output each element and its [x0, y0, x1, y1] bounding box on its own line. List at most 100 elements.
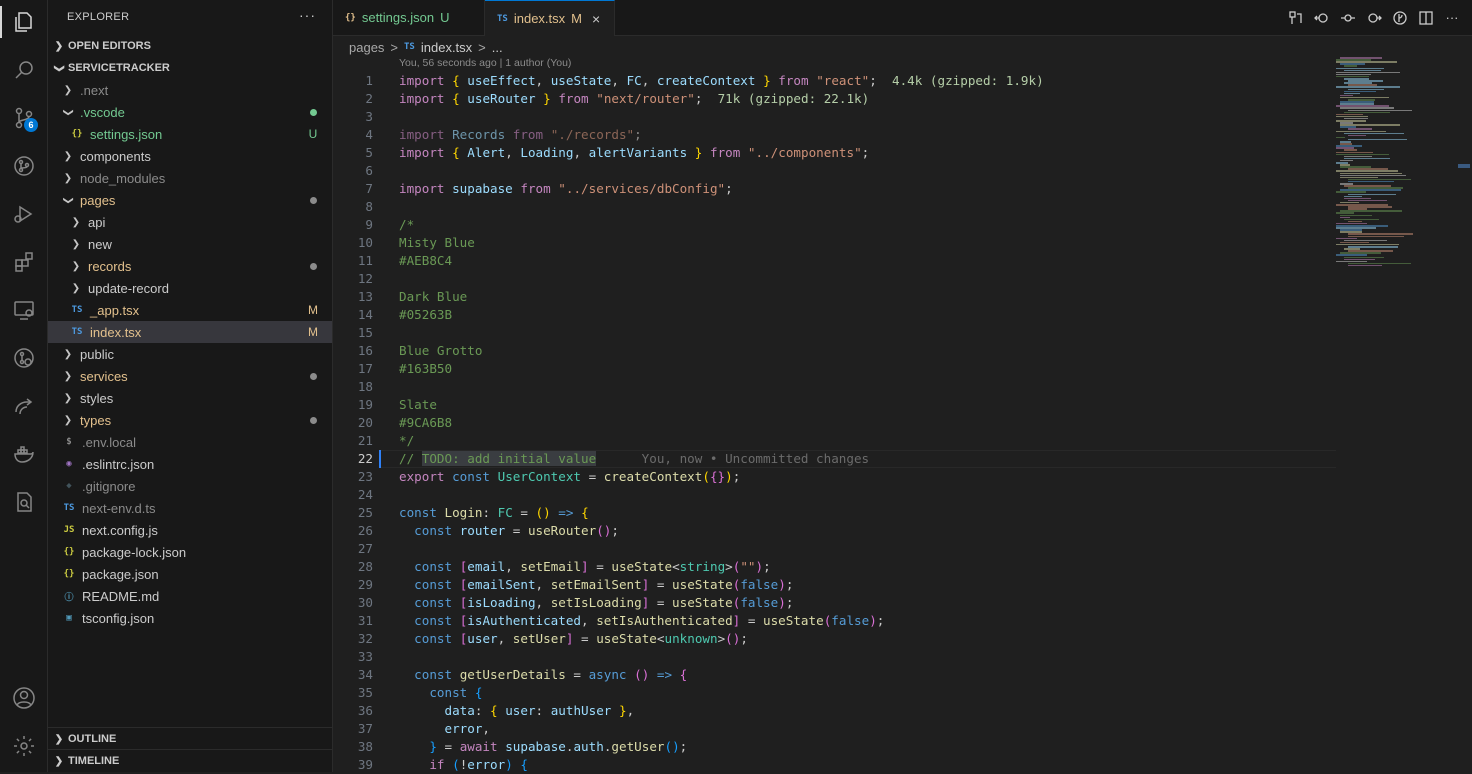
tree-item-label: package.json — [82, 566, 159, 582]
tree-item[interactable]: TS index.tsx M — [48, 321, 332, 343]
tree-item[interactable]: ❯ components — [48, 145, 332, 167]
tree-item-label: new — [88, 236, 112, 252]
source-control-icon[interactable]: 6 — [0, 98, 47, 138]
minimap[interactable] — [1336, 57, 1456, 277]
json-file-icon: {} — [63, 569, 75, 579]
eslint-icon: ◉ — [66, 459, 72, 469]
remote-explorer-icon[interactable] — [0, 290, 47, 330]
tree-item[interactable]: {} settings.json U — [48, 123, 332, 145]
search-icon[interactable] — [0, 50, 47, 90]
tree-item-label: node_modules — [80, 170, 166, 186]
breadcrumb-folder[interactable]: pages — [349, 40, 384, 55]
go-back-icon[interactable] — [1312, 8, 1332, 28]
breadcrumb-file[interactable]: index.tsx — [421, 40, 472, 55]
tree-item[interactable]: TS _app.tsx M — [48, 299, 332, 321]
tree-item[interactable]: ❯ records — [48, 255, 332, 277]
tab-settings-json[interactable]: {} settings.json U — [333, 0, 485, 35]
tree-item[interactable]: ❯ pages — [48, 189, 332, 211]
gitlens-icon[interactable] — [0, 338, 47, 378]
inline-blame[interactable]: You, now • Uncommitted changes — [642, 451, 869, 466]
tree-item-label: .env.local — [82, 434, 136, 450]
settings-gear-icon[interactable] — [0, 726, 47, 766]
more-actions-icon[interactable]: ··· — [299, 7, 316, 23]
tree-item[interactable]: JS next.config.js — [48, 519, 332, 541]
git-status-indicator — [302, 193, 324, 207]
import-size-label: 71k (gzipped: 22.1k) — [717, 91, 870, 106]
scrollbar-position[interactable] — [1458, 164, 1470, 168]
tab-status: M — [571, 11, 582, 26]
tree-item[interactable]: ▣ tsconfig.json — [48, 607, 332, 629]
activity-bar: 6 — [0, 0, 48, 772]
next-change-icon[interactable] — [1364, 8, 1384, 28]
git-status-indicator: U — [308, 127, 318, 141]
chevron-right-icon: ❯ — [71, 238, 81, 250]
explorer-icon[interactable] — [0, 2, 47, 42]
tree-item-label: index.tsx — [90, 324, 142, 340]
tab-label: index.tsx — [513, 11, 566, 26]
tree-item-label: README.md — [82, 588, 160, 604]
tree-item[interactable]: $ .env.local — [48, 431, 332, 453]
code-line: import { useRouter } from "next/router";… — [399, 91, 870, 106]
tree-item-label: .vscode — [80, 104, 125, 120]
import-size-label: 4.4k (gzipped: 1.9k) — [892, 73, 1044, 88]
project-section[interactable]: ❯ SERVICETRACKER — [48, 57, 332, 79]
chevron-right-icon: ❯ — [54, 755, 64, 767]
tree-item[interactable]: ❯ services — [48, 365, 332, 387]
comment-line: /* — [399, 217, 415, 232]
git-status-indicator — [302, 369, 324, 383]
blame-codelens[interactable]: You, 56 seconds ago | 1 author (You) — [399, 57, 571, 69]
tree-item[interactable]: {} package-lock.json — [48, 541, 332, 563]
live-share-icon[interactable] — [0, 386, 47, 426]
code-line: const [user, setUser] = useState<unknown… — [414, 631, 748, 646]
timeline-section[interactable]: ❯ TIMELINE — [48, 749, 332, 772]
previous-change-icon[interactable] — [1338, 8, 1358, 28]
git-graph-icon[interactable] — [0, 146, 47, 186]
tree-item[interactable]: ❯ api — [48, 211, 332, 233]
typescript-file-icon: TS — [497, 13, 508, 24]
gitlens-inspect-icon[interactable] — [1390, 8, 1410, 28]
code-editor[interactable]: You, 56 seconds ago | 1 author (You) 123… — [333, 57, 1472, 772]
tree-item[interactable]: ❯ node_modules — [48, 167, 332, 189]
tree-item[interactable]: ◆ .gitignore — [48, 475, 332, 497]
tree-item[interactable]: ❯ update-record — [48, 277, 332, 299]
tree-item[interactable]: ❯ new — [48, 233, 332, 255]
tree-item[interactable]: ❯ types — [48, 409, 332, 431]
tree-item-label: pages — [80, 192, 116, 208]
code-line: } = await supabase.auth.getUser(); — [429, 739, 688, 754]
tree-item[interactable]: ◉ .eslintrc.json — [48, 453, 332, 475]
code-line: import { Alert, Loading, alertVariants }… — [399, 145, 870, 160]
tree-item[interactable]: ❯ styles — [48, 387, 332, 409]
open-editors-section[interactable]: ❯ OPEN EDITORS — [48, 35, 332, 57]
chevron-down-icon: ❯ — [62, 195, 74, 205]
minimap-line — [1348, 264, 1383, 267]
tree-item[interactable]: {} package.json — [48, 563, 332, 585]
minimap-line — [1348, 138, 1407, 141]
info-icon: ⓘ — [64, 592, 74, 603]
tree-item-label: styles — [80, 390, 114, 406]
tree-item[interactable]: ⓘ README.md — [48, 585, 332, 607]
comment-line — [333, 378, 1333, 396]
tree-item[interactable]: ❯ public — [48, 343, 332, 365]
code-line: import { useEffect, useState, FC, create… — [399, 73, 1044, 88]
open-changes-icon[interactable] — [1286, 8, 1306, 28]
breadcrumb-symbol[interactable]: ... — [492, 40, 503, 55]
outline-section[interactable]: ❯ OUTLINE — [48, 727, 332, 750]
docker-icon[interactable] — [0, 434, 47, 474]
tree-item[interactable]: ❯ .next — [48, 79, 332, 101]
more-actions-icon[interactable]: ··· — [1442, 8, 1462, 28]
extensions-icon[interactable] — [0, 242, 47, 282]
explorer-sidebar: EXPLORER ··· ❯ OPEN EDITORS ❯ SERVICETRA… — [48, 0, 333, 772]
accounts-icon[interactable] — [0, 678, 47, 718]
tree-item-label: tsconfig.json — [82, 610, 155, 626]
tree-item[interactable]: ❯ .vscode — [48, 101, 332, 123]
tree-item-label: .eslintrc.json — [82, 456, 155, 472]
tab-index-tsx[interactable]: TS index.tsx M × — [485, 0, 615, 36]
split-editor-icon[interactable] — [1416, 8, 1436, 28]
search-document-icon[interactable] — [0, 482, 47, 522]
tree-item[interactable]: TS next-env.d.ts — [48, 497, 332, 519]
source-control-badge: 6 — [24, 118, 38, 132]
code-line-todo: // TODO: add initial value You, now • Un… — [399, 451, 870, 466]
run-debug-icon[interactable] — [0, 194, 47, 234]
javascript-file-icon: JS — [63, 525, 75, 535]
close-icon[interactable]: × — [592, 11, 600, 27]
